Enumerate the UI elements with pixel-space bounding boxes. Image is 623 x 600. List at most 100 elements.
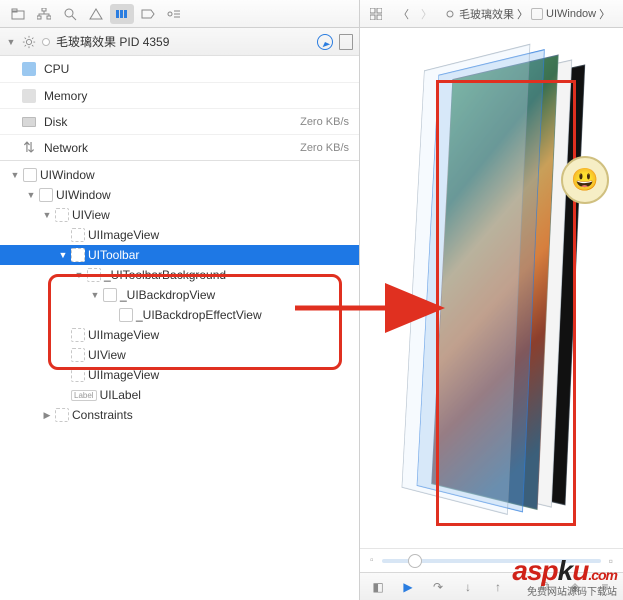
gauge-memory[interactable]: Memory	[0, 82, 359, 108]
disclosure-arrow-icon[interactable]: ▼	[90, 290, 100, 300]
navigator-toolbar	[0, 0, 359, 28]
view-icon	[71, 248, 85, 262]
continue-icon[interactable]: ▶	[398, 578, 418, 596]
gauge-cpu[interactable]: CPU	[0, 56, 359, 82]
step-in-icon[interactable]: ↓	[458, 578, 478, 596]
tree-row[interactable]: ▼ UIToolbar	[0, 245, 359, 265]
disclosure-arrow-icon	[58, 390, 68, 400]
tree-row[interactable]: ▼ UIWindow	[0, 185, 359, 205]
disclosure-arrow-icon	[106, 310, 116, 320]
tree-row[interactable]: UIImageView	[0, 365, 359, 385]
gauge-label: Network	[44, 141, 292, 155]
tree-node-label: UIToolbar	[88, 248, 139, 262]
spacing-slider[interactable]	[382, 559, 601, 563]
label-icon: Label	[71, 390, 97, 401]
view-icon	[55, 208, 69, 222]
grid-icon[interactable]	[366, 4, 386, 24]
disclosure-arrow-icon[interactable]: ▼	[6, 37, 16, 47]
view-icon	[119, 308, 133, 322]
navigator-panel: ▼ 毛玻璃效果 PID 4359 CPU Memory Disk Zero KB…	[0, 0, 360, 600]
compass-icon[interactable]	[317, 34, 333, 50]
view-icon	[23, 168, 37, 182]
tree-node-label: UIWindow	[56, 188, 111, 202]
tree-node-label: _UIToolbarBackground	[104, 268, 226, 282]
disclosure-arrow-icon[interactable]: ▼	[42, 210, 52, 220]
disclosure-arrow-icon[interactable]: ▼	[26, 190, 36, 200]
layers-icon[interactable]: ⧉	[535, 578, 555, 596]
canvas-toolbar: 〈 〉 毛玻璃效果 〉 UIWindow 〉	[360, 0, 623, 28]
tree-node-label: UIImageView	[88, 368, 159, 382]
disclosure-arrow-icon[interactable]: ▼	[10, 170, 20, 180]
tree-node-label: UIImageView	[88, 228, 159, 242]
gear-icon	[22, 35, 36, 49]
gauge-label: Disk	[44, 115, 292, 129]
gauge-disk[interactable]: Disk Zero KB/s	[0, 108, 359, 134]
chevron-right-icon: 〉	[599, 6, 610, 22]
tree-node-label: UIView	[72, 208, 110, 222]
disk-icon	[22, 117, 36, 127]
adjust-icon[interactable]: ≡	[595, 578, 615, 596]
gear-icon	[444, 8, 456, 20]
canvas-panel: 〈 〉 毛玻璃效果 〉 UIWindow 〉 😃	[360, 0, 623, 600]
debug-nav-icon[interactable]	[110, 4, 134, 24]
disclosure-arrow-icon	[58, 370, 68, 380]
exploded-view[interactable]	[431, 54, 559, 510]
breadcrumb-item[interactable]: UIWindow	[546, 8, 596, 20]
debug-bar: ◧ ▶ ↷ ↓ ↑ ⧉ ◈ ≡	[360, 572, 623, 600]
disclosure-arrow-icon[interactable]: ▶	[42, 410, 52, 420]
hierarchy-icon[interactable]	[32, 4, 56, 24]
step-over-icon[interactable]: ↷	[428, 578, 448, 596]
view-icon	[71, 228, 85, 242]
breadcrumb-item[interactable]: 毛玻璃效果	[459, 6, 514, 22]
cube-icon[interactable]: ◈	[565, 578, 585, 596]
breadcrumb[interactable]: 毛玻璃效果 〉 UIWindow 〉	[444, 6, 610, 22]
disclosure-arrow-icon	[58, 230, 68, 240]
slider-thumb[interactable]	[408, 554, 422, 568]
gauge-label: Memory	[44, 89, 341, 103]
tree-node-label: UILabel	[100, 388, 141, 402]
tree-row[interactable]: ▼ _UIToolbarBackground	[0, 265, 359, 285]
back-button[interactable]: 〈	[394, 4, 413, 24]
disclosure-arrow-icon[interactable]: ▼	[58, 250, 68, 260]
search-icon[interactable]	[58, 4, 82, 24]
view-icon	[39, 188, 53, 202]
layer-backdrop[interactable]	[401, 44, 530, 516]
step-out-icon[interactable]: ↑	[488, 578, 508, 596]
tree-row[interactable]: LabelUILabel	[0, 385, 359, 405]
view-icon	[71, 328, 85, 342]
log-icon[interactable]	[162, 4, 186, 24]
min-icon: ▫	[370, 555, 374, 566]
process-title-row[interactable]: ▼ 毛玻璃效果 PID 4359	[0, 28, 359, 56]
view-debugger-canvas[interactable]: 😃	[360, 28, 623, 548]
view-hierarchy-tree[interactable]: ▼UIWindow▼UIWindow▼UIViewUIImageView▼UIT…	[0, 161, 359, 600]
tree-row[interactable]: UIImageView	[0, 225, 359, 245]
warning-icon[interactable]	[84, 4, 108, 24]
tree-row[interactable]: UIView	[0, 345, 359, 365]
disclosure-arrow-icon	[58, 330, 68, 340]
folder-icon[interactable]	[6, 4, 30, 24]
gauge-value: Zero KB/s	[300, 116, 349, 128]
process-title: 毛玻璃效果 PID 4359	[56, 33, 311, 50]
tree-row[interactable]: UIImageView	[0, 325, 359, 345]
disclosure-arrow-icon	[58, 350, 68, 360]
tree-row[interactable]: ▼_UIBackdropView	[0, 285, 359, 305]
toggle-pane-icon[interactable]: ◧	[368, 578, 388, 596]
gauge-label: CPU	[44, 62, 341, 76]
tree-row[interactable]: ▼UIWindow	[0, 165, 359, 185]
tree-row[interactable]: _UIBackdropEffectView	[0, 305, 359, 325]
view-icon	[71, 348, 85, 362]
status-dot-icon	[42, 38, 50, 46]
forward-button[interactable]: 〉	[417, 4, 436, 24]
gauges-section: CPU Memory Disk Zero KB/s ⇅ Network Zero…	[0, 56, 359, 161]
doc-icon[interactable]	[339, 34, 353, 50]
disclosure-arrow-icon[interactable]: ▼	[74, 270, 84, 280]
avatar-bubble: 😃	[561, 156, 609, 204]
tree-row[interactable]: ▶Constraints	[0, 405, 359, 425]
breakpoint-icon[interactable]	[136, 4, 160, 24]
view-icon	[87, 268, 101, 282]
tree-row[interactable]: ▼ UIView	[0, 205, 359, 225]
tree-node-label: UIView	[88, 348, 126, 362]
view-icon	[55, 408, 69, 422]
spacing-slider-row: ▫ ▫	[360, 548, 623, 572]
gauge-network[interactable]: ⇅ Network Zero KB/s	[0, 134, 359, 160]
